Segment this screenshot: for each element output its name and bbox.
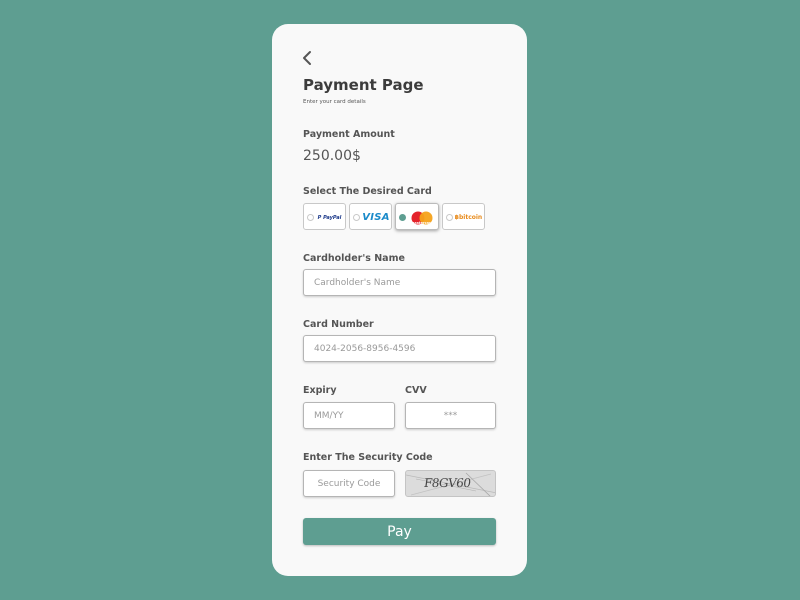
payment-amount-value: 250.00$ [303, 148, 361, 164]
bitcoin-logo-icon: ฿bitcoin [454, 214, 483, 221]
security-code-input[interactable] [303, 470, 395, 497]
cardholder-label: Cardholder's Name [303, 253, 405, 264]
page-subtitle: Enter your card details [303, 99, 366, 105]
card-option-visa[interactable]: VISA [349, 203, 392, 230]
expiry-label: Expiry [303, 385, 337, 396]
card-option-bitcoin[interactable]: ฿bitcoin [442, 203, 485, 230]
page-title: Payment Page [303, 76, 424, 94]
visa-logo-icon: VISA [362, 212, 390, 223]
chevron-left-icon [303, 51, 311, 65]
payment-amount-label: Payment Amount [303, 129, 395, 140]
card-option-mastercard[interactable]: mastercard [395, 203, 439, 230]
card-number-label: Card Number [303, 319, 374, 330]
back-button[interactable] [300, 49, 316, 67]
card-select-label: Select The Desired Card [303, 186, 432, 197]
radio-mastercard[interactable] [399, 214, 406, 221]
cardholder-name-input[interactable] [303, 269, 496, 296]
captcha-image: F8GV60 [405, 470, 496, 497]
card-number-input[interactable] [303, 335, 496, 362]
radio-visa[interactable] [353, 214, 360, 221]
pay-button[interactable]: Pay [303, 518, 496, 545]
cvv-label: CVV [405, 385, 427, 396]
card-option-paypal[interactable]: P PayPal [303, 203, 346, 230]
cvv-input[interactable] [405, 402, 496, 429]
payment-card: Payment Page Enter your card details Pay… [272, 24, 527, 576]
mastercard-logo-icon: mastercard [408, 204, 436, 231]
radio-bitcoin[interactable] [446, 214, 453, 221]
expiry-input[interactable] [303, 402, 395, 429]
security-code-label: Enter The Security Code [303, 452, 433, 463]
radio-paypal[interactable] [307, 214, 314, 221]
paypal-logo-icon: P PayPal [317, 214, 342, 221]
captcha-text: F8GV60 [423, 476, 472, 490]
